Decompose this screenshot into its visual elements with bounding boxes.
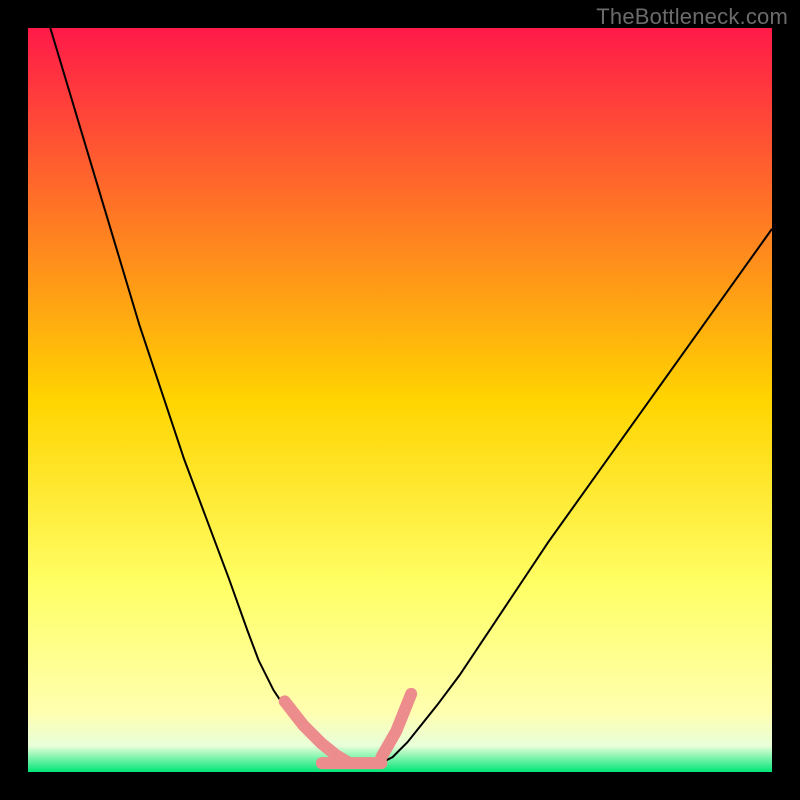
chart-container: TheBottleneck.com	[0, 0, 800, 800]
chart-background	[28, 28, 772, 772]
watermark-text: TheBottleneck.com	[596, 4, 788, 30]
chart-svg	[28, 28, 772, 772]
plot-area	[28, 28, 772, 772]
